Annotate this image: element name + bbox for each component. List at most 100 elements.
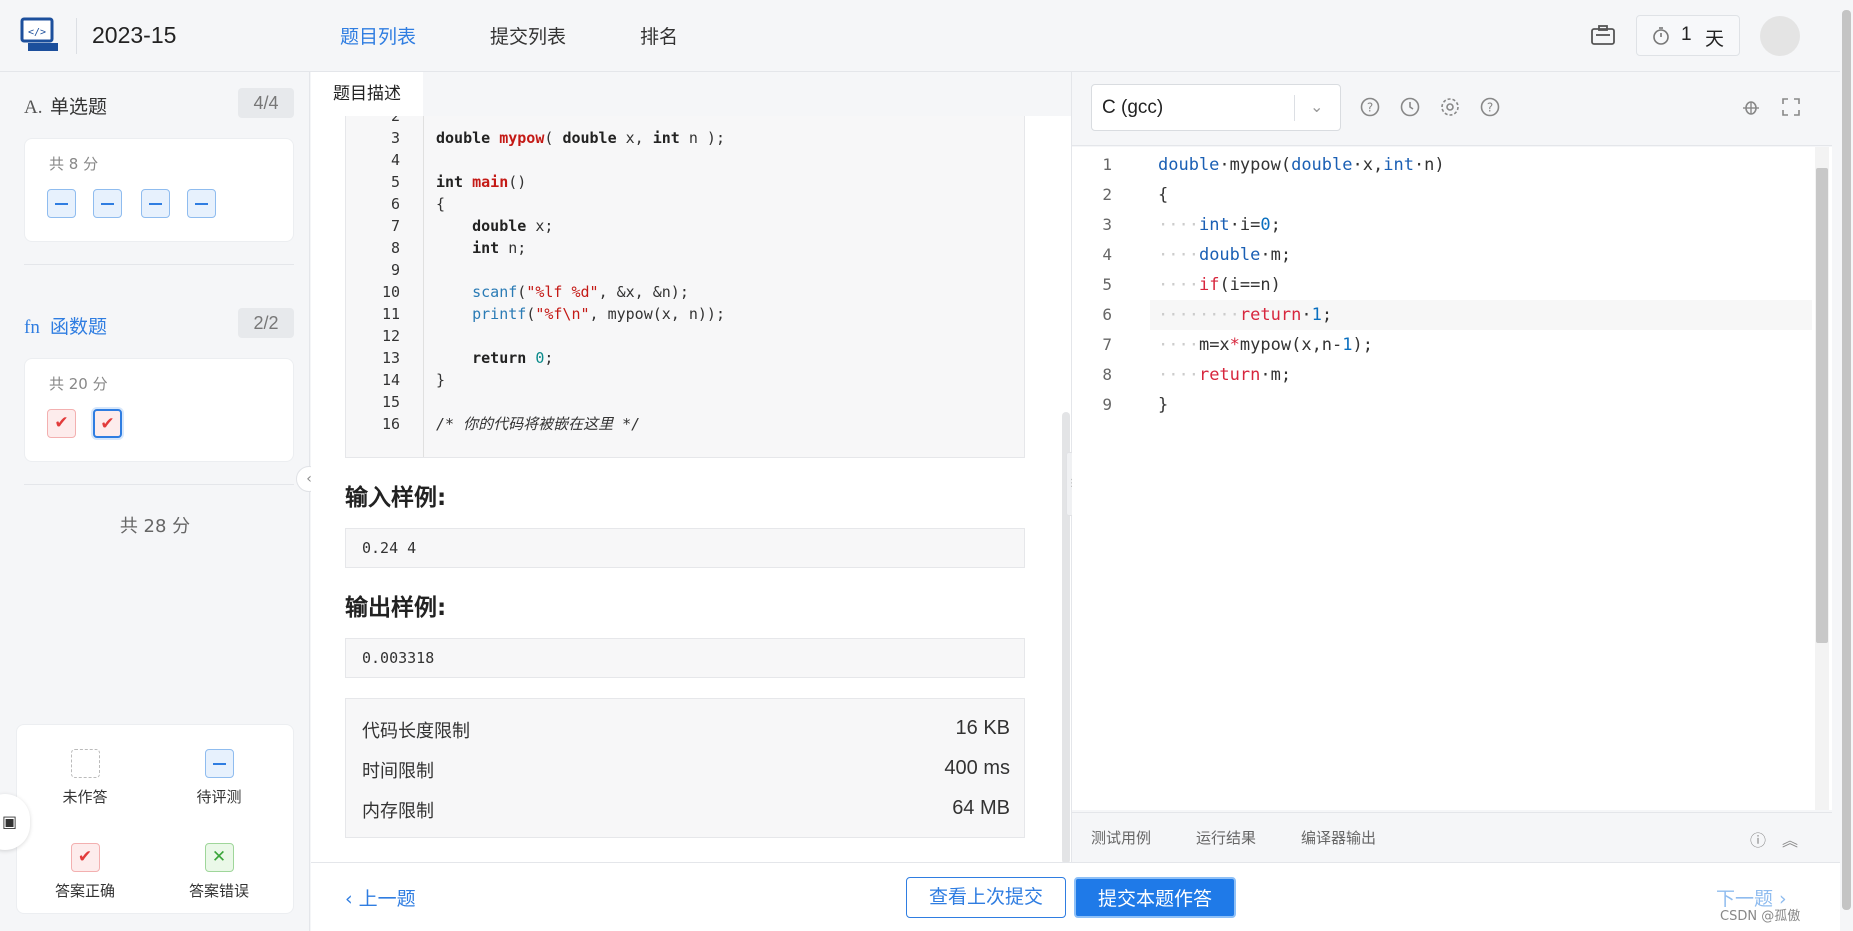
question-sidebar: A. 单选题 4/4 共 8 分 fn 函数题 2/2 共 20 分 ✔ ✔ 共 2… (0, 72, 310, 931)
prev-question-button[interactable]: ‹ 上一题 (345, 884, 416, 911)
section-score: 共 8 分 (49, 155, 99, 173)
chevron-up-icon[interactable]: ︽ (1782, 827, 1798, 851)
editor-line: 5 ····if(i==n) (1102, 275, 1281, 295)
output-sample-box: 0.003318 (345, 638, 1025, 678)
nav-ranking[interactable]: 排名 (640, 22, 678, 49)
code-line: 3 double mypow( double x, int n ); (390, 129, 725, 147)
function-question-2-button[interactable]: ✔ (93, 409, 122, 438)
editor-line: 7 ····m=x*mypow(x,n-1); (1102, 335, 1374, 355)
output-sample-heading: 输出样例: (345, 595, 447, 621)
editor-line: 3 ····int·i=0; (1102, 215, 1281, 235)
help-icon[interactable]: ⓘ (1750, 827, 1766, 851)
code-line: 5 int main() (390, 173, 527, 191)
question-4-button[interactable] (187, 189, 216, 218)
question-3-button[interactable] (141, 189, 170, 218)
briefcase-icon[interactable] (1590, 24, 1616, 46)
limits-panel: 代码长度限制 16 KB 时间限制 400 ms 内存限制 64 MB (345, 698, 1025, 838)
legend-correct: ✔ 答案正确 (25, 843, 145, 901)
tab-test-cases[interactable]: 测试用例 (1091, 827, 1151, 848)
legend-pending: 待评测 (159, 749, 279, 807)
fullscreen-icon[interactable] (1780, 96, 1802, 118)
editor-line: 2{ (1102, 185, 1169, 205)
select-divider (1294, 95, 1295, 121)
code-line: 14} (381, 371, 446, 389)
language-select[interactable]: C (gcc) ⌄ (1091, 84, 1341, 131)
history-icon[interactable] (1399, 96, 1421, 118)
limit-time: 时间限制 400 ms (362, 757, 1010, 782)
stopwatch-icon (1653, 27, 1669, 45)
chevron-left-icon: ‹ (345, 888, 359, 910)
question-icon[interactable]: ? (1479, 96, 1501, 118)
letter-a-icon: A. (24, 97, 43, 118)
nav-problem-list[interactable]: 题目列表 (340, 22, 416, 49)
contest-title: 2023-15 (92, 22, 177, 48)
question-1-button[interactable] (47, 189, 76, 218)
editor-scrollbar-thumb[interactable] (1816, 168, 1828, 643)
section-label: 单选题 (50, 96, 108, 118)
cross-icon: ✕ (204, 843, 234, 872)
section-divider (24, 264, 294, 265)
user-avatar[interactable] (1760, 16, 1800, 56)
code-line: 16/* 你的代码将被嵌在这里 */ (381, 415, 641, 433)
svg-text:</>: </> (28, 27, 46, 38)
editor-line: 4 ····double·m; (1102, 245, 1292, 265)
code-line: 10 scanf("%lf %d", &x, &n); (381, 283, 689, 301)
editor-line: 8 ····return·m; (1102, 365, 1292, 385)
function-question-1-button[interactable]: ✔ (47, 409, 76, 438)
total-score: 共 28 分 (119, 516, 191, 537)
editor-line: 1 double·mypow(double·x,int·n) (1102, 155, 1445, 175)
code-line: 7 double x; (390, 217, 554, 235)
code-line: 9 (390, 261, 400, 279)
section-count-badge: 4/4 (238, 88, 294, 118)
tab-problem-description[interactable]: 题目描述 (311, 72, 423, 116)
legend-unanswered: 未作答 (25, 749, 145, 807)
code-line: 11 printf("%f\n", mypow(x, n)); (381, 305, 725, 323)
section-single-choice[interactable]: A. 单选题 (24, 92, 107, 119)
page-scrollbar-thumb[interactable] (1842, 10, 1851, 910)
legend-wrong: ✕ 答案错误 (159, 843, 279, 901)
tab-compiler-output[interactable]: 编译器输出 (1301, 827, 1376, 848)
input-sample-heading: 输入样例: (345, 485, 447, 511)
help-icon[interactable]: ? (1359, 96, 1381, 118)
gear-icon[interactable] (1439, 96, 1461, 118)
countdown-timer[interactable]: 1 天 (1636, 15, 1740, 56)
bug-icon[interactable] (1740, 96, 1762, 118)
limit-memory: 内存限制 64 MB (362, 797, 1010, 822)
timer-unit: 天 (1705, 28, 1725, 50)
code-line: 2 (390, 116, 400, 125)
feedback-icon: ▣ (2, 812, 18, 831)
code-line: 8 int n; (390, 239, 527, 257)
section-label: 函数题 (50, 316, 108, 338)
code-line: 4 (390, 151, 400, 169)
console-tab-bar: 测试用例 运行结果 编译器输出 ⓘ ︽ (1072, 812, 1832, 862)
timer-value: 1 (1681, 24, 1692, 45)
chevron-down-icon: ⌄ (1310, 97, 1324, 116)
limit-code-length: 代码长度限制 16 KB (362, 717, 1010, 742)
section-function[interactable]: fn 函数题 (24, 312, 107, 339)
editor-line: 9} (1102, 395, 1169, 415)
tab-run-result[interactable]: 运行结果 (1196, 827, 1256, 848)
svg-text:?: ? (1487, 101, 1493, 115)
pending-swatch (204, 749, 234, 778)
question-2-button[interactable] (93, 189, 122, 218)
pta-logo-icon[interactable]: </> (20, 17, 60, 53)
current-line: ········return·1; (1150, 300, 1812, 330)
code-editor[interactable]: 1 double·mypow(double·x,int·n) 2{ 3 ····in… (1072, 147, 1832, 810)
watermark: CSDN @孤傲 (1720, 909, 1801, 924)
code-line: 12 (381, 327, 400, 345)
template-code-block: 2 3 double mypow( double x, int n ); 4 5i… (345, 116, 1025, 458)
nav-submission-list[interactable]: 提交列表 (490, 22, 566, 49)
input-sample-box: 0.24 4 (345, 528, 1025, 568)
section-count-badge: 2/2 (238, 308, 294, 338)
unanswered-swatch (70, 749, 100, 778)
code-line: 13 return 0; (381, 349, 554, 367)
code-line: 6{ (390, 195, 446, 213)
view-last-submission-button[interactable]: 查看上次提交 (906, 877, 1066, 918)
header-divider (76, 18, 77, 54)
top-header: </> 2023-15 题目列表 提交列表 排名 1 天 (0, 0, 1853, 72)
single-choice-card: 共 8 分 (24, 138, 294, 242)
svg-text:?: ? (1367, 101, 1373, 115)
language-value: C (gcc) (1102, 97, 1164, 118)
submit-answer-button[interactable]: 提交本题作答 (1074, 877, 1236, 918)
check-icon: ✔ (70, 843, 100, 872)
